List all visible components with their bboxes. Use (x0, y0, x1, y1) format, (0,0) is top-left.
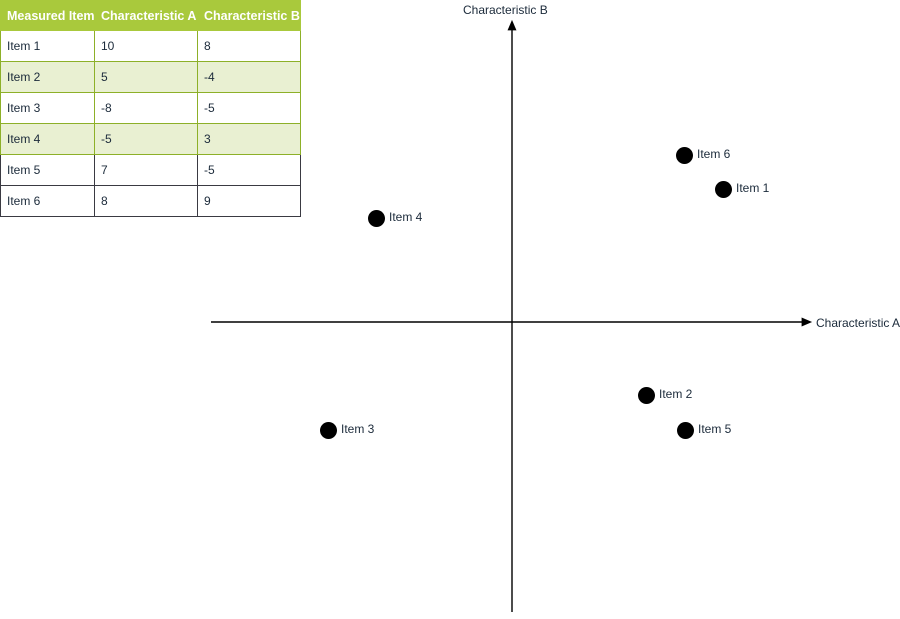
cell-characteristic-b: 3 (197, 123, 301, 155)
data-point-label: Item 3 (341, 422, 375, 436)
data-point (319, 421, 337, 439)
data-point-label: Item 2 (659, 387, 693, 401)
cell-characteristic-b: -5 (197, 92, 301, 124)
cell-characteristic-b: -5 (197, 154, 301, 186)
data-point (637, 386, 655, 404)
column-header-measured-item: Measured Item (0, 0, 95, 31)
cell-characteristic-a: -8 (94, 92, 198, 124)
cell-item: Item 3 (0, 92, 95, 124)
data-point (367, 209, 385, 227)
data-point-label: Item 1 (736, 181, 770, 195)
data-point (676, 421, 694, 439)
cell-item: Item 2 (0, 61, 95, 93)
table-row: Item 4 -5 3 (0, 123, 301, 155)
cell-characteristic-a: -5 (94, 123, 198, 155)
data-point (714, 180, 732, 198)
table-row: Item 6 8 9 (0, 185, 301, 217)
cell-characteristic-a: 8 (94, 185, 198, 217)
table-header-row: Measured Item Characteristic A Character… (0, 0, 301, 31)
table-row: Item 1 10 8 (0, 30, 301, 62)
cell-characteristic-b: 9 (197, 185, 301, 217)
data-point (675, 146, 693, 164)
measurements-table: Measured Item Characteristic A Character… (0, 0, 301, 217)
table-row: Item 5 7 -5 (0, 154, 301, 186)
table-row: Item 3 -8 -5 (0, 92, 301, 124)
column-header-characteristic-a: Characteristic A (94, 0, 198, 31)
cell-item: Item 4 (0, 123, 95, 155)
y-axis-label: Characteristic B (463, 3, 548, 17)
cell-characteristic-a: 10 (94, 30, 198, 62)
cell-item: Item 1 (0, 30, 95, 62)
cell-characteristic-b: 8 (197, 30, 301, 62)
x-axis-label: Characteristic A (816, 316, 900, 330)
cell-item: Item 6 (0, 185, 95, 217)
data-point-label: Item 4 (389, 210, 423, 224)
column-header-characteristic-b: Characteristic B (197, 0, 301, 31)
data-point-label: Item 5 (698, 422, 732, 436)
cell-characteristic-b: -4 (197, 61, 301, 93)
cell-item: Item 5 (0, 154, 95, 186)
table-row: Item 2 5 -4 (0, 61, 301, 93)
cell-characteristic-a: 7 (94, 154, 198, 186)
data-point-label: Item 6 (697, 147, 731, 161)
cell-characteristic-a: 5 (94, 61, 198, 93)
